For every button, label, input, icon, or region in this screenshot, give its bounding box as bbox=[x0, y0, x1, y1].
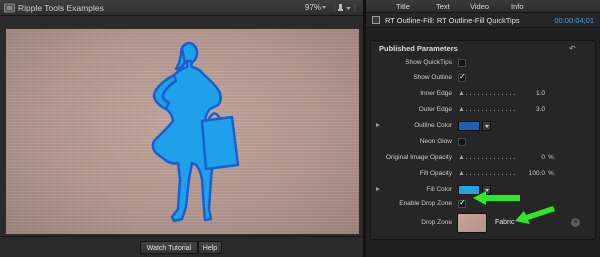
tab-text[interactable]: Text bbox=[436, 2, 450, 11]
enable-drop-zone-checkbox[interactable] bbox=[458, 198, 466, 208]
params-header[interactable]: Published Parameters ↶ bbox=[371, 41, 595, 55]
show-outline-checkbox[interactable] bbox=[458, 72, 466, 82]
param-row-original-image-opacity: Original Image Opacity ▲ 0 % bbox=[371, 151, 595, 166]
param-row-show-quicktips: Show QuickTips bbox=[371, 56, 595, 71]
tab-video[interactable]: Video bbox=[470, 2, 489, 11]
slider-track[interactable] bbox=[466, 174, 518, 175]
slider-icon: ▲ bbox=[458, 106, 465, 113]
viewer-panel: Ripple Tools Examples 97% Watch Tutorial… bbox=[0, 0, 363, 257]
clip-name: RT Outline-Fill: RT Outline-Fill QuickTi… bbox=[385, 16, 520, 25]
chevron-down-icon[interactable] bbox=[482, 121, 491, 131]
outline-color-swatch[interactable] bbox=[458, 121, 480, 131]
zoom-level[interactable]: 97% bbox=[305, 3, 321, 12]
viewer-footer: Watch Tutorial Help bbox=[0, 236, 363, 257]
neon-glow-checkbox[interactable] bbox=[458, 138, 466, 146]
param-row-neon-glow: Neon Glow bbox=[371, 135, 595, 150]
reset-icon[interactable]: ↶ bbox=[569, 44, 576, 53]
param-label: Fill Opacity bbox=[419, 170, 452, 177]
param-label: Neon Glow bbox=[419, 138, 452, 145]
outer-edge-slider[interactable]: ▲ bbox=[458, 106, 518, 114]
disclosure-triangle-icon[interactable] bbox=[376, 123, 380, 127]
percent-unit: % bbox=[548, 170, 554, 177]
original-image-opacity-slider[interactable]: ▲ bbox=[458, 154, 518, 162]
original-image-opacity-value[interactable]: 0 bbox=[541, 154, 545, 161]
tab-info[interactable]: Info bbox=[511, 2, 524, 11]
chevron-down-icon[interactable] bbox=[322, 6, 326, 9]
film-strip-icon bbox=[4, 3, 15, 13]
param-row-outline-color: Outline Color bbox=[371, 119, 595, 134]
slider-icon: ▲ bbox=[458, 154, 465, 161]
video-canvas[interactable] bbox=[6, 29, 359, 234]
title-clip-icon bbox=[372, 16, 380, 24]
slider-icon: ▲ bbox=[458, 170, 465, 177]
drop-zone-well[interactable] bbox=[457, 213, 487, 233]
param-row-show-outline: Show Outline bbox=[371, 71, 595, 86]
view-options-icon[interactable] bbox=[334, 3, 356, 13]
fill-opacity-slider[interactable]: ▲ bbox=[458, 170, 518, 178]
tab-title[interactable]: Title bbox=[396, 2, 410, 11]
show-quicktips-checkbox[interactable] bbox=[458, 59, 466, 67]
param-label: Outer Edge bbox=[418, 106, 452, 113]
param-label: Original Image Opacity bbox=[385, 154, 452, 161]
clear-icon[interactable]: × bbox=[571, 218, 580, 227]
timecode: 00:00:04;01 bbox=[554, 16, 594, 25]
outer-edge-value[interactable]: 3.0 bbox=[536, 106, 545, 113]
watch-tutorial-button[interactable]: Watch Tutorial bbox=[140, 241, 198, 254]
inspector-tabs: Title Text Video Info bbox=[366, 0, 600, 13]
viewer-title: Ripple Tools Examples bbox=[18, 3, 104, 13]
slider-icon: ▲ bbox=[458, 90, 465, 97]
slider-track[interactable] bbox=[466, 94, 518, 95]
help-button[interactable]: Help bbox=[198, 241, 222, 254]
inner-edge-slider[interactable]: ▲ bbox=[458, 90, 518, 98]
param-label: Outline Color bbox=[414, 122, 452, 129]
annotation-arrow-icon bbox=[515, 206, 555, 224]
drop-zone-name: Fabric bbox=[495, 219, 515, 226]
woman-silhouette-icon bbox=[151, 41, 240, 223]
published-parameters-group: Published Parameters ↶ Show QuickTips Sh… bbox=[370, 40, 596, 240]
slider-track[interactable] bbox=[466, 110, 518, 111]
viewer-toolbar: Ripple Tools Examples 97% bbox=[0, 0, 363, 16]
param-row-outer-edge: Outer Edge ▲ 3.0 bbox=[371, 103, 595, 118]
param-label: Enable Drop Zone bbox=[399, 200, 452, 207]
param-row-fill-opacity: Fill Opacity ▲ 100.0 % bbox=[371, 167, 595, 182]
inspector-header: RT Outline-Fill: RT Outline-Fill QuickTi… bbox=[366, 13, 600, 28]
param-label: Inner Edge bbox=[420, 90, 452, 97]
disclosure-triangle-icon[interactable] bbox=[376, 187, 380, 191]
param-label: Fill Color bbox=[426, 186, 452, 193]
param-label: Show QuickTips bbox=[405, 59, 452, 66]
param-row-drop-zone: Drop Zone Fabric × bbox=[371, 211, 595, 237]
params-title: Published Parameters bbox=[379, 44, 458, 53]
param-label: Drop Zone bbox=[421, 219, 452, 226]
param-label: Show Outline bbox=[413, 74, 452, 81]
percent-unit: % bbox=[548, 154, 554, 161]
slider-track[interactable] bbox=[466, 158, 518, 159]
param-row-inner-edge: Inner Edge ▲ 1.0 bbox=[371, 87, 595, 102]
inner-edge-value[interactable]: 1.0 bbox=[536, 90, 545, 97]
inspector-panel: Title Text Video Info RT Outline-Fill: R… bbox=[366, 0, 600, 257]
fill-opacity-value[interactable]: 100.0 bbox=[529, 170, 545, 177]
